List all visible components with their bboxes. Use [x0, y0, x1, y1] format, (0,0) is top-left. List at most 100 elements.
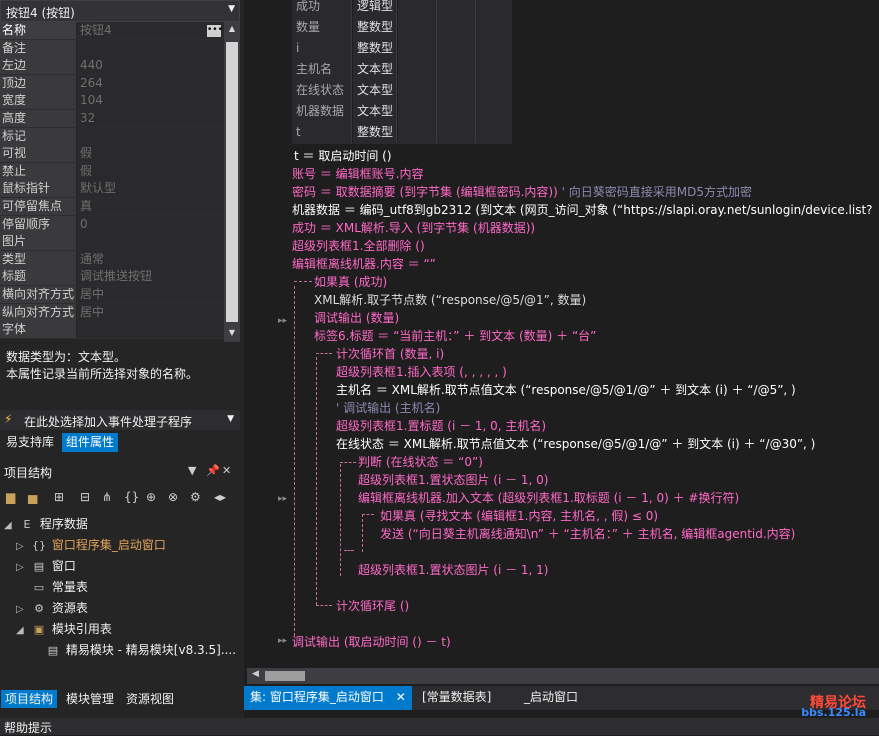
tree-item-module-refs[interactable]: ◢ ▣ 模块引用表 — [16, 619, 112, 639]
property-row[interactable]: 停留顺序 0 — [0, 215, 224, 234]
settings-icon[interactable]: ⚙ — [190, 490, 201, 504]
property-scrollbar[interactable]: ▲ ▼ — [224, 22, 240, 342]
braces-icon[interactable]: {} — [124, 490, 139, 504]
variable-row[interactable]: 成功 逻辑型 — [292, 0, 512, 18]
expand-icon[interactable]: ▷ — [16, 558, 30, 578]
property-row[interactable]: 标记 — [0, 127, 224, 146]
property-row[interactable]: 高度 32 — [0, 110, 224, 128]
code-line[interactable]: 调试输出 (取启动时间 () － t) — [292, 633, 451, 650]
fold-marker-icon[interactable]: ▸▸ — [278, 636, 287, 646]
tree-item-jingyi-module[interactable]: ▤ 精易模块 - 精易模块[v8.3.5].... — [44, 640, 236, 660]
code-line[interactable]: 超级列表框1.全部删除 () — [292, 237, 425, 254]
code-line[interactable]: 计次循环首 (数量, i) — [336, 345, 444, 362]
property-value[interactable]: 264 — [77, 74, 224, 92]
property-row[interactable]: 名称 按钮4 — [0, 22, 224, 40]
close-icon[interactable]: ✕ — [222, 464, 231, 477]
scroll-up-icon[interactable]: ▲ — [227, 24, 237, 33]
code-line[interactable]: 机器数据 ＝ 编码_utf8到gb2312 (到文本 (网页_访问_对象 (“h… — [292, 201, 873, 218]
property-row[interactable]: 字体 — [0, 321, 224, 340]
code-editor[interactable]: 成功 逻辑型 数量 整数型 i 整数型 主机名 文本型 在线状态 文本型 机器数据 文本型 t 整数型 t… — [288, 0, 879, 668]
ellipsis-button[interactable]: ••• — [207, 25, 223, 37]
tab-support-library[interactable]: 易支持库 — [2, 433, 58, 452]
code-line[interactable]: XML解析.取子节点数 (“response/@5/@1”, 数量) — [314, 291, 586, 308]
tree-item-window[interactable]: ▷ ▤ 窗口 — [16, 556, 76, 576]
property-value[interactable]: 104 — [77, 92, 224, 110]
dropdown-icon[interactable]: ▼ — [188, 464, 196, 477]
code-line[interactable]: 密码 ＝ 取数据摘要 (到字节集 (编辑框密码.内容)) ' 向日葵密码直接采用… — [292, 183, 752, 200]
code-line[interactable]: 主机名 ＝ XML解析.取节点值文本 (“response/@5/@1/@” ＋… — [336, 381, 796, 398]
property-value[interactable]: 默认型 — [77, 180, 224, 198]
tree-item-constants[interactable]: ▭ 常量表 — [16, 577, 88, 597]
code-line[interactable]: 超级列表框1.插入表项 (, , , , , ) — [336, 363, 507, 380]
tree-item-window-assembly[interactable]: ▷{} 窗口程序集_启动窗口 — [16, 535, 166, 555]
expand-icon[interactable]: ▷ — [16, 600, 30, 620]
code-line[interactable]: 如果真 (寻找文本 (编辑框1.内容, 主机名, , 假) ≤ 0) — [380, 507, 658, 524]
code-line[interactable]: 判断 (在线状态 ＝ “0”) — [358, 453, 483, 470]
code-line[interactable]: 计次循环尾 () — [336, 597, 409, 614]
property-value[interactable] — [77, 39, 224, 57]
add-table-icon[interactable]: ⊟ — [80, 490, 90, 504]
tab-constant-table[interactable]: [常量数据表] — [416, 686, 497, 710]
fold-marker-icon[interactable]: ▸▸ — [278, 316, 287, 326]
variable-row[interactable]: 在线状态 文本型 — [292, 80, 512, 102]
tree-item-resources[interactable]: ▷ ⚙ 资源表 — [16, 598, 88, 618]
code-line[interactable]: 账号 ＝ 编辑框账号.内容 — [292, 165, 423, 182]
close-icon[interactable]: ✕ — [396, 690, 406, 704]
tab-window-assembly[interactable]: 集: 窗口程序集_启动窗口 ✕ — [244, 686, 412, 710]
property-value[interactable]: 按钮4 — [77, 22, 224, 39]
property-value[interactable]: 调试推送按钮 — [77, 268, 224, 286]
code-line[interactable]: 编辑框离线机器.加入文本 (超级列表框1.取标题 (i － 1, 0) ＋ #换… — [358, 489, 739, 506]
variable-row[interactable]: i 整数型 — [292, 38, 512, 60]
property-row[interactable]: 备注 — [0, 39, 224, 58]
property-value[interactable] — [77, 127, 224, 145]
variable-row[interactable]: 机器数据 文本型 — [292, 101, 512, 123]
property-row[interactable]: 类型 通常 — [0, 250, 224, 269]
object-selector[interactable]: 按钮4 (按钮) ▼ — [0, 0, 240, 22]
property-value[interactable]: 假 — [77, 162, 224, 180]
add-child-icon[interactable]: ⊗ — [168, 490, 178, 504]
code-line[interactable]: t ＝ 取启动时间 () — [294, 147, 392, 164]
property-row[interactable]: 宽度 104 — [0, 92, 224, 111]
property-value[interactable]: 假 — [77, 145, 224, 163]
property-value[interactable]: 0 — [77, 215, 224, 233]
scroll-thumb[interactable] — [265, 671, 305, 681]
property-row[interactable]: 顶边 264 — [0, 74, 224, 93]
event-handler-selector[interactable]: ⚡ 在此处选择加入事件处理子程序 ▼ — [0, 410, 240, 430]
code-line[interactable]: 编辑框离线机器.内容 ＝ “” — [292, 255, 436, 272]
property-value[interactable]: 440 — [77, 57, 224, 75]
tree-item-program-data[interactable]: ◢ E 程序数据 — [4, 514, 88, 534]
add-node-icon[interactable]: ⊕ — [146, 490, 156, 504]
add-link-icon[interactable]: ⋔ — [102, 490, 112, 504]
property-value[interactable]: 通常 — [77, 250, 224, 268]
code-line[interactable]: ' 调试输出 (主机名) — [336, 399, 440, 416]
horizontal-scrollbar[interactable]: ◀ — [247, 668, 879, 684]
tab-project-structure[interactable]: 项目结构 — [1, 690, 58, 708]
collapse-icon[interactable]: ◢ — [16, 621, 30, 641]
tab-start-window[interactable]: _启动窗口 — [518, 686, 584, 710]
pin-icon[interactable]: 📌 — [206, 464, 220, 477]
code-line[interactable]: 调试输出 (数量) — [314, 309, 399, 326]
property-value[interactable] — [77, 321, 224, 339]
scroll-left-icon[interactable]: ◀ — [252, 669, 259, 679]
property-row[interactable]: 可停留焦点真 — [0, 198, 224, 216]
collapse-icon[interactable]: ◢ — [4, 516, 18, 536]
property-row[interactable]: 标题 调试推送按钮 — [0, 268, 224, 287]
property-value[interactable]: 真 — [77, 198, 224, 215]
code-line[interactable]: 成功 ＝ XML解析.导入 (到字节集 (机器数据)) — [292, 219, 535, 236]
property-row[interactable]: 可视假 — [0, 145, 224, 164]
property-row[interactable]: 左边 440 — [0, 57, 224, 76]
code-line[interactable]: 发送 (“向日葵主机离线通知\n” ＋ “主机名：” ＋ 主机名, 编辑框age… — [380, 525, 795, 542]
property-row[interactable]: 纵向对齐方式 居中 — [0, 303, 224, 322]
code-line[interactable]: 超级列表框1.置状态图片 (i － 1, 0) — [358, 471, 549, 488]
code-line[interactable]: 超级列表框1.置状态图片 (i － 1, 1) — [358, 561, 549, 578]
add-item-icon[interactable]: ⊞ — [54, 490, 64, 504]
tab-resource-view[interactable]: 资源视图 — [122, 690, 178, 708]
fold-marker-icon[interactable]: ▸▸ — [278, 494, 287, 504]
tab-component-properties[interactable]: 组件属性 — [62, 433, 119, 452]
variable-row[interactable]: t 整数型 — [292, 122, 512, 144]
property-value[interactable]: 居中 — [77, 286, 224, 303]
code-line[interactable]: 超级列表框1.置标题 (i － 1, 0, 主机名) — [336, 417, 546, 434]
navigate-icon[interactable]: ◂▸ — [214, 490, 226, 504]
property-value[interactable]: 32 — [77, 110, 224, 127]
property-row[interactable]: 鼠标指针 默认型 — [0, 180, 224, 199]
